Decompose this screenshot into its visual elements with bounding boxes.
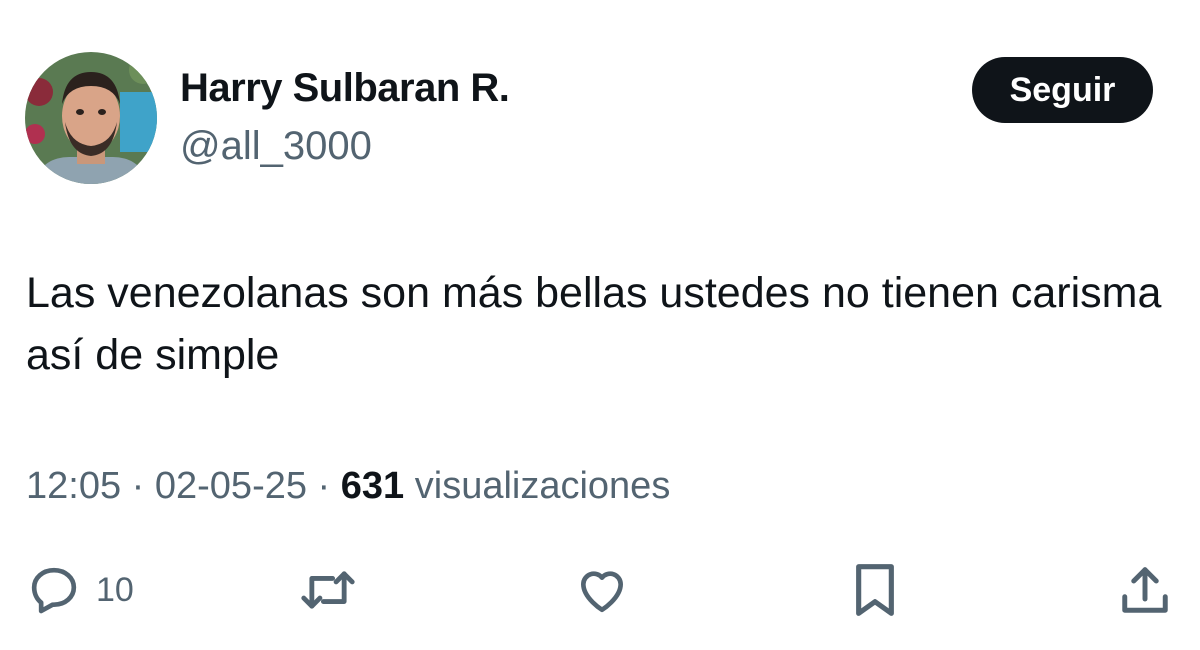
heart-icon: [574, 562, 630, 618]
bookmark-icon: [850, 562, 900, 618]
avatar[interactable]: [25, 52, 157, 184]
bookmark-button[interactable]: [850, 555, 900, 625]
meta-separator: ·: [307, 465, 341, 507]
views-label: visualizaciones: [404, 465, 671, 507]
tweet-card: Harry Sulbaran R. @all_3000 Seguir Las v…: [0, 0, 1200, 650]
share-button[interactable]: [1118, 555, 1172, 625]
author-name[interactable]: Harry Sulbaran R.: [180, 66, 510, 111]
meta-separator: ·: [121, 465, 155, 507]
author-handle[interactable]: @all_3000: [180, 124, 372, 169]
views-count: 631: [340, 465, 405, 507]
retweet-icon: [298, 562, 358, 618]
retweet-button[interactable]: [298, 555, 358, 625]
reply-count: 10: [96, 570, 134, 609]
tweet-time[interactable]: 12:05: [26, 465, 121, 507]
like-button[interactable]: [574, 555, 630, 625]
reply-button[interactable]: 10: [26, 555, 134, 625]
follow-button[interactable]: Seguir: [972, 57, 1153, 123]
share-icon: [1118, 562, 1172, 618]
action-bar: 10: [0, 555, 1200, 625]
tweet-meta: 12:05 · 02-05-25 · 631 visualizaciones: [26, 465, 670, 508]
tweet-date[interactable]: 02-05-25: [155, 465, 307, 507]
reply-icon: [26, 562, 82, 618]
tweet-text: Las venezolanas son más bellas ustedes n…: [26, 269, 1162, 379]
